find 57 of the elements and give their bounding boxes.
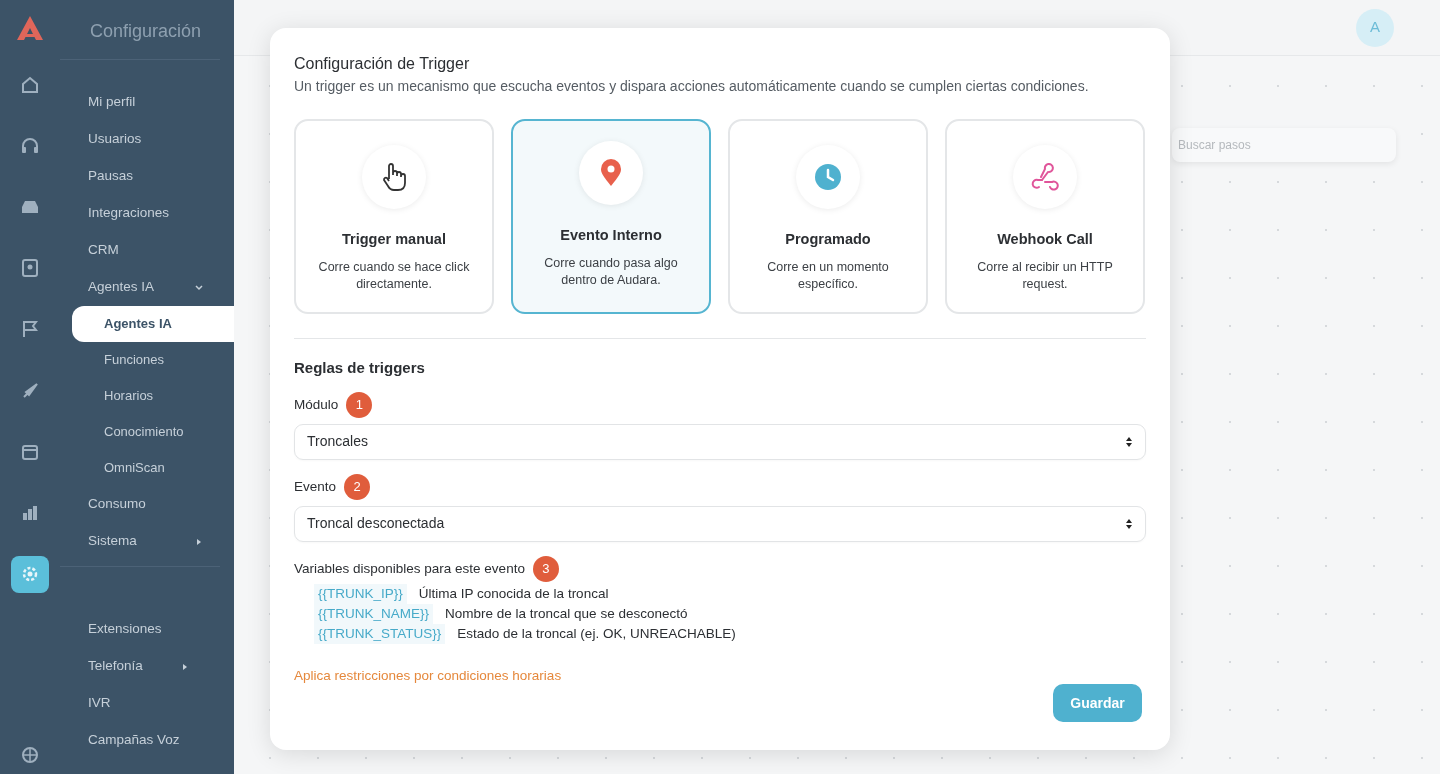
schedule-restrictions-link[interactable]: Aplica restricciones por condiciones horarias <box>294 665 562 686</box>
option-title: Programado <box>785 230 871 250</box>
sidebar-item[interactable]: Consumo <box>60 486 234 523</box>
field-label: Módulo <box>294 395 339 414</box>
sidebar-item[interactable]: Integraciones <box>60 195 234 232</box>
sidebar-item[interactable]: Campañas Voz <box>60 722 220 759</box>
submenu-item[interactable]: OmniScan <box>60 450 234 486</box>
step-badge: 1 <box>346 391 373 418</box>
trigger-option-card[interactable]: Programado Corre en un momento específico. <box>728 119 928 315</box>
variable-description: Estado de la troncal (ej. OK, UNREACHABLE) <box>457 624 736 643</box>
webhook-icon <box>1013 145 1077 210</box>
sidebar-item-label: Agentes IA <box>88 278 155 297</box>
field-label: Evento <box>294 477 337 496</box>
option-title: Evento Interno <box>560 226 662 246</box>
sidebar-group[interactable]: Sistema <box>60 523 234 560</box>
sidebar-title: Configuración <box>60 14 220 60</box>
sidebar-item[interactable]: IVR <box>60 685 220 722</box>
variable-token: {{TRUNK_IP}} <box>314 583 407 604</box>
section-title: Reglas de triggers <box>294 358 426 379</box>
sidebar-item[interactable]: Pausas <box>60 158 234 195</box>
sidebar-item[interactable]: Mi perfil <box>60 84 234 121</box>
select-field[interactable]: Troncales <box>294 423 1146 460</box>
step-badge: 2 <box>344 473 371 500</box>
clock-icon <box>796 145 860 210</box>
trigger-option-card[interactable]: Webhook Call Corre al recibir un HTTP request. <box>945 119 1145 315</box>
sidebar-item[interactable]: Usuarios <box>60 121 234 158</box>
field-label: Variables disponibles para este evento <box>294 559 525 578</box>
sidebar-item-label: Sistema <box>88 532 137 551</box>
step-badge: 3 <box>532 555 559 582</box>
sidebar-item[interactable]: CRM <box>60 232 234 269</box>
select-field[interactable]: Troncal desconectada <box>294 505 1146 542</box>
option-description: Corre al recibir un HTTP request. <box>976 258 1114 294</box>
variable-token: {{TRUNK_STATUS}} <box>314 623 446 644</box>
option-description: Corre en un momento específico. <box>766 258 890 294</box>
trigger-option-card[interactable]: Trigger manual Corre cuando se hace click directamente. <box>294 119 494 315</box>
option-title: Webhook Call <box>997 230 1093 250</box>
sidebar-item[interactable]: Extensiones <box>60 611 220 648</box>
option-title: Trigger manual <box>342 230 446 250</box>
option-description: Corre cuando pasa algo dentro de Audara. <box>543 254 679 290</box>
pointer-hand-icon <box>362 145 426 210</box>
submenu-item[interactable]: Conocimiento <box>60 414 234 450</box>
variable-description: Nombre de la troncal que se desconectó <box>445 604 688 623</box>
sidebar-group[interactable]: Telefonía <box>60 648 220 685</box>
chevron-down-icon <box>194 282 204 293</box>
variable-token: {{TRUNK_NAME}} <box>314 603 434 624</box>
modal-description: Un trigger es un mecanismo que escucha eventos y dispara acciones automáticamente cuando se cumplen ciertas condiciones. <box>294 77 1090 97</box>
option-description: Corre cuando se hace click directamente. <box>317 258 471 294</box>
trigger-option-card[interactable]: Evento Interno Corre cuando pasa algo dentro de Audara. <box>511 119 711 315</box>
settings-icon[interactable] <box>11 555 49 593</box>
map-pin-icon <box>579 141 643 206</box>
submenu-item[interactable]: Funciones <box>60 342 234 378</box>
submenu-item[interactable]: Agentes IA <box>72 306 234 342</box>
sidebar-item-label: Telefonía <box>88 657 143 676</box>
variable-description: Última IP conocida de la troncal <box>418 584 609 603</box>
submenu-item[interactable]: Horarios <box>60 378 234 414</box>
modal-title: Configuración de Trigger <box>294 54 471 74</box>
logo-icon <box>15 14 45 42</box>
